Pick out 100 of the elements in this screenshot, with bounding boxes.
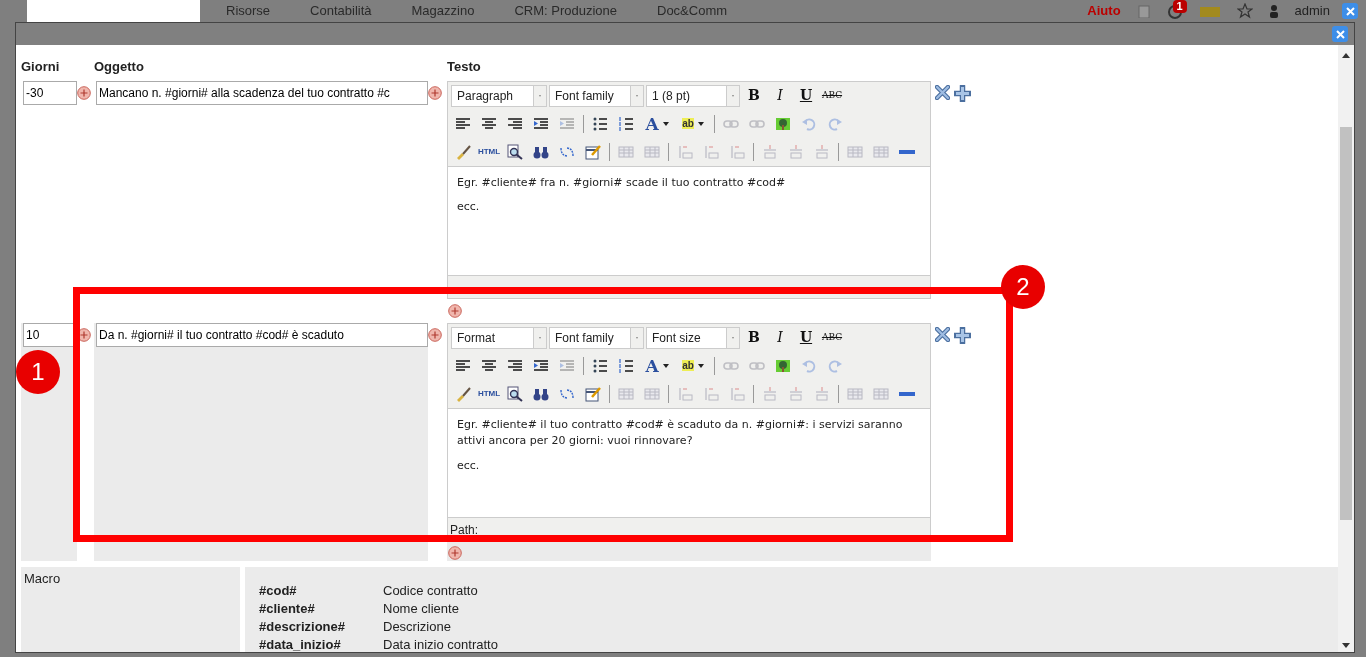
- font-size-dropdown[interactable]: 1 (8 pt): [646, 84, 740, 107]
- delete-icon[interactable]: [935, 84, 950, 100]
- macro-name: #cliente#: [259, 599, 316, 618]
- brush-icon: [455, 385, 471, 402]
- column-icon: [677, 143, 693, 160]
- underline-button[interactable]: U: [794, 84, 818, 107]
- strike-button[interactable]: ABC: [820, 84, 844, 107]
- nav-link[interactable]: Contabilità: [310, 1, 372, 21]
- add-icon[interactable]: [448, 545, 462, 560]
- row-icon: [814, 385, 830, 402]
- paragraph: ecc.: [457, 457, 481, 474]
- font-size-dropdown[interactable]: Font size: [646, 326, 740, 349]
- underline-button[interactable]: U: [794, 326, 818, 349]
- image-icon: [775, 115, 791, 132]
- macro-name: #data_inizio#: [259, 635, 342, 652]
- preview-icon: [507, 143, 523, 160]
- add-icon[interactable]: [448, 303, 462, 318]
- macro-description: Descrizione: [383, 617, 452, 636]
- indent-icon: [533, 115, 549, 132]
- brush-icon: [455, 143, 471, 160]
- caret-icon: [662, 363, 669, 368]
- path-label: Path:: [450, 522, 479, 537]
- column-icon: [729, 385, 745, 402]
- row-icon: [788, 143, 804, 160]
- font-family-dropdown[interactable]: Font family: [549, 84, 644, 107]
- format-dropdown[interactable]: Format: [451, 326, 547, 349]
- image-icon: [775, 357, 791, 374]
- user-name[interactable]: admin: [1294, 1, 1330, 21]
- paragraph: Egr. #cliente# il tuo contratto #cod# è scaduto da n. #giorni#: i servizi saranno attivi ancora per 20 giorni: vuoi rinnovare?: [457, 416, 904, 449]
- align-center-icon: [481, 357, 497, 374]
- nav-link[interactable]: Magazzino: [411, 1, 475, 21]
- macro-description: Nome cliente: [383, 599, 460, 618]
- align-right-icon: [507, 115, 523, 132]
- row-icon: [788, 385, 804, 402]
- nav-link[interactable]: Risorse: [226, 1, 271, 21]
- plus-icon[interactable]: [954, 84, 971, 102]
- text-color-button[interactable]: A: [640, 112, 674, 135]
- macro-name: #descrizione#: [259, 617, 346, 636]
- highlight-color-button[interactable]: ab: [676, 354, 710, 377]
- row-icon: [762, 385, 778, 402]
- table-icon: [644, 143, 660, 160]
- column-header: Giorni: [21, 58, 61, 76]
- close-button[interactable]: [1342, 3, 1358, 19]
- align-center-icon: [481, 115, 497, 132]
- text-color-button[interactable]: A: [640, 354, 674, 377]
- row-icon: [814, 143, 830, 160]
- edit-icon: [585, 385, 601, 402]
- column-icon: [677, 385, 693, 402]
- column-icon: [703, 143, 719, 160]
- caret-icon: [662, 121, 669, 126]
- table-icon: [847, 143, 863, 160]
- table-icon: [847, 385, 863, 402]
- html-button[interactable]: HTML: [477, 382, 501, 405]
- align-left-icon: [455, 357, 471, 374]
- italic-button[interactable]: I: [768, 84, 792, 107]
- scroll-up-icon[interactable]: [1342, 53, 1350, 58]
- edit-icon: [585, 143, 601, 160]
- preview-icon: [507, 385, 523, 402]
- macro-label: Macro: [21, 566, 240, 652]
- subject-input[interactable]: Da n. #giorni# il tuo contratto #cod# è scaduto: [96, 322, 428, 347]
- add-icon[interactable]: [428, 327, 442, 342]
- strike-button[interactable]: ABC: [820, 326, 844, 349]
- subject-input[interactable]: Mancano n. #giorni# alla scadenza del tuo contratto #c: [96, 80, 428, 105]
- close-button[interactable]: [1332, 26, 1348, 42]
- highlight-color-button[interactable]: ab: [676, 112, 710, 135]
- macro-name: #cod#: [259, 581, 298, 600]
- add-icon[interactable]: [428, 85, 442, 100]
- circle-icon[interactable]: [1166, 3, 1183, 19]
- html-button[interactable]: HTML: [477, 140, 501, 163]
- nav-link[interactable]: CRM: Produzione: [514, 1, 617, 21]
- row-icon: [762, 143, 778, 160]
- table-icon: [618, 143, 634, 160]
- bold-button[interactable]: B: [742, 84, 766, 107]
- bullet-list-icon: [592, 115, 608, 132]
- align-right-icon: [507, 357, 523, 374]
- nav-link[interactable]: Doc&Comm: [657, 1, 728, 21]
- paragraph: ecc.: [457, 199, 481, 215]
- plus-icon[interactable]: [954, 326, 971, 344]
- align-left-icon: [455, 115, 471, 132]
- font-family-dropdown[interactable]: Font family: [549, 326, 644, 349]
- outdent-icon: [559, 357, 575, 374]
- column-icon: [703, 385, 719, 402]
- bold-button[interactable]: B: [742, 326, 766, 349]
- add-icon[interactable]: [77, 85, 91, 100]
- table-icon: [873, 143, 889, 160]
- italic-button[interactable]: I: [768, 326, 792, 349]
- days-input[interactable]: -30: [23, 80, 77, 105]
- numbered-list-icon: [618, 357, 634, 374]
- bullet-list-icon: [592, 357, 608, 374]
- user-icon: [1268, 4, 1279, 18]
- delete-icon[interactable]: [935, 326, 950, 342]
- scroll-down-icon[interactable]: [1342, 643, 1350, 648]
- table-icon: [644, 385, 660, 402]
- clipboard-icon[interactable]: [1136, 4, 1151, 18]
- outdent-icon: [559, 115, 575, 132]
- format-dropdown[interactable]: Paragraph: [451, 84, 547, 107]
- paragraph: Egr. #cliente# fra n. #giorni# scade il tuo contratto #cod#: [457, 174, 787, 191]
- macro-description: Codice contratto: [383, 581, 479, 600]
- star-icon[interactable]: [1236, 3, 1253, 19]
- scrollbar[interactable]: [1338, 45, 1354, 652]
